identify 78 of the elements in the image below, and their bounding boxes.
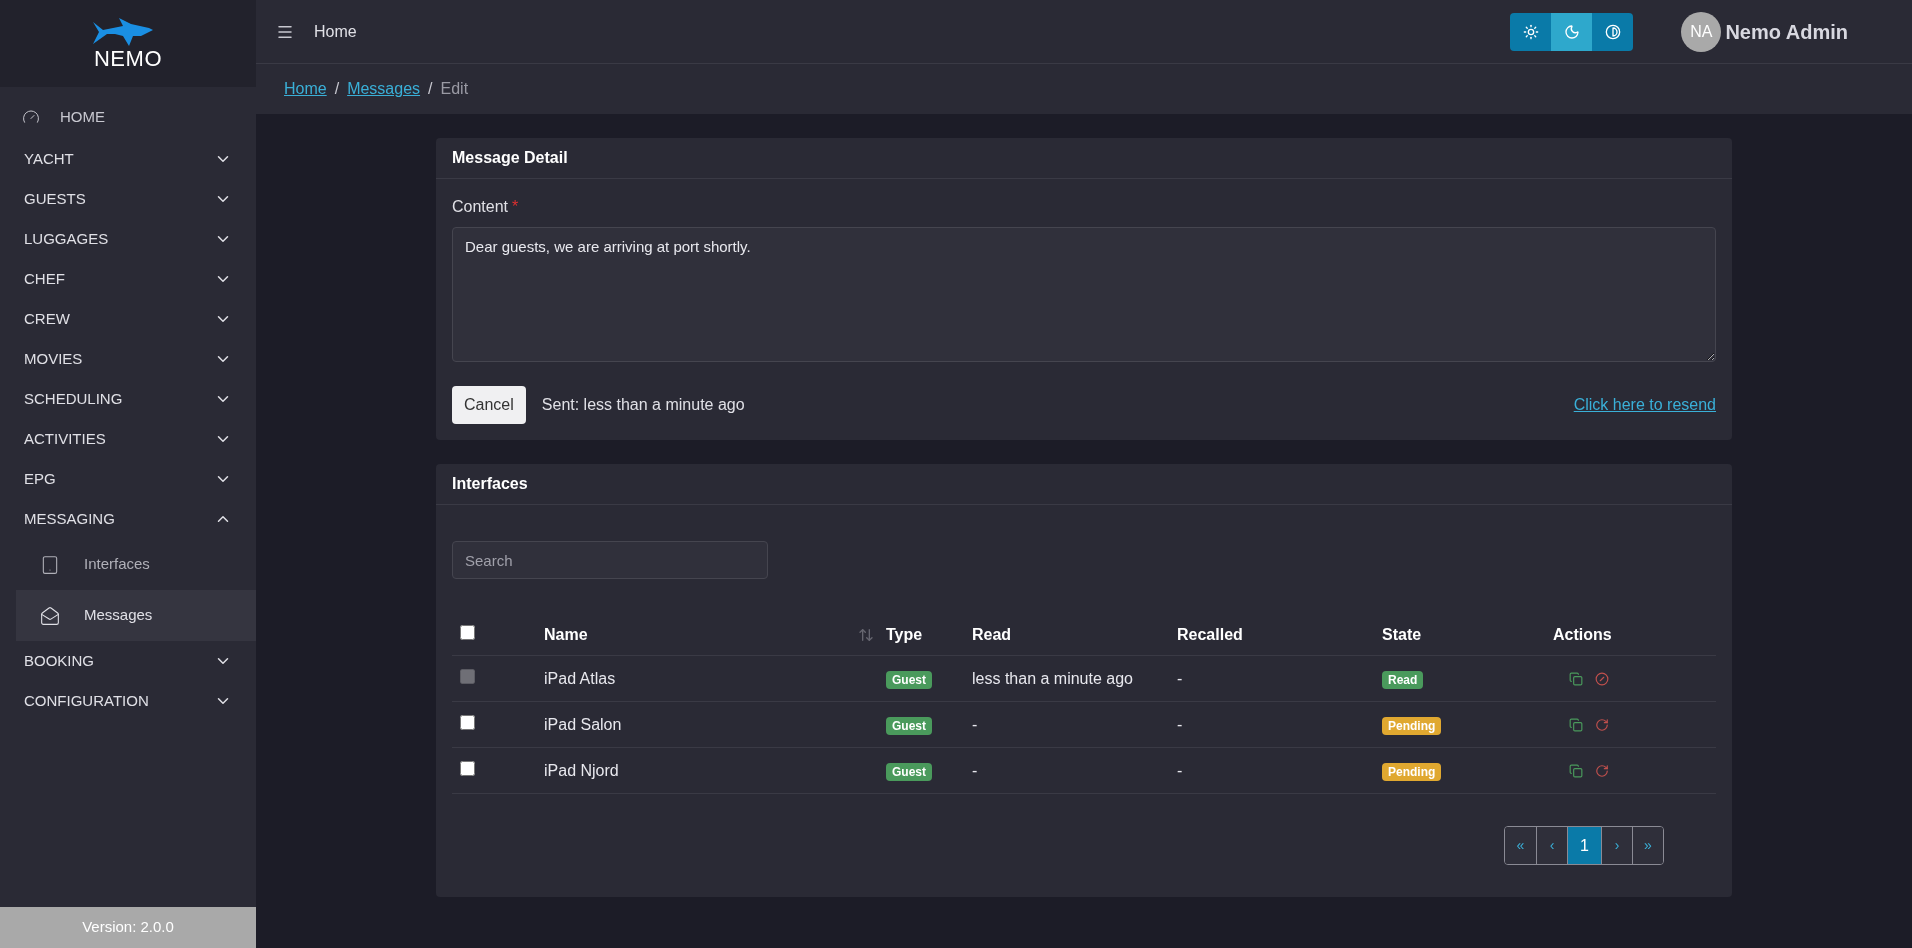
ban-icon[interactable] [1595, 671, 1609, 686]
table-cell-text: less than a minute ago [972, 668, 1134, 689]
table-cell-text: iPad Atlas [544, 668, 617, 689]
sidebar-group[interactable]: CONFIGURATION [0, 681, 256, 721]
table-cell-text: iPad Salon [544, 714, 623, 735]
table-cell-text: - [1177, 760, 1184, 781]
envelope-icon [40, 605, 60, 626]
required-mark: * [512, 197, 519, 217]
sidebar-group[interactable]: SCHEDULING [0, 379, 256, 419]
breadcrumb-current: Edit [440, 79, 469, 99]
table-cell-text: - [1177, 668, 1184, 689]
sidebar-group[interactable]: ACTIVITIES [0, 419, 256, 459]
breadcrumb-link[interactable]: Messages [347, 77, 421, 101]
type-badge: Guest [886, 670, 932, 689]
card-title: Message Detail [436, 138, 1732, 179]
content-textarea[interactable]: Dear guests, we are arriving at port shortly. [452, 227, 1716, 362]
pagination-button[interactable]: 1 [1567, 827, 1601, 864]
search-field[interactable]: Search [452, 541, 768, 579]
pagination-button[interactable]: » [1632, 827, 1663, 864]
pagination-button[interactable]: « [1505, 827, 1536, 864]
table-cell-text: - [972, 760, 979, 781]
moon-icon [1563, 23, 1580, 40]
page-title: Home [314, 21, 357, 42]
theme-button[interactable] [1592, 12, 1634, 51]
pagination-button[interactable]: › [1601, 827, 1632, 864]
type-badge: Guest [886, 716, 932, 735]
column-header: State [1382, 625, 1423, 645]
copy-icon[interactable] [1569, 763, 1583, 778]
tablet-icon [40, 554, 60, 575]
type-badge: Guest [886, 762, 932, 781]
sidebar-group[interactable]: BOOKING [0, 641, 256, 681]
state-badge: Read [1382, 670, 1424, 689]
sidebar-subitem[interactable]: Messages [16, 590, 256, 641]
column-header[interactable]: Name [544, 623, 588, 647]
table-cell-text: - [972, 714, 979, 735]
sidebar-group[interactable]: GUESTS [0, 179, 256, 219]
card-title: Interfaces [436, 464, 1732, 505]
cancel-button[interactable]: Cancel [452, 386, 526, 424]
field-label: Content [452, 197, 509, 217]
gauge-icon [22, 108, 40, 126]
logo-text: NEMO [93, 47, 163, 70]
sidebar-group[interactable]: MOVIES [0, 339, 256, 379]
user-name[interactable]: Nemo Admin [1725, 16, 1848, 47]
sidebar-item[interactable]: HOME [0, 95, 256, 139]
pagination-button[interactable]: ‹ [1536, 827, 1567, 864]
row-checkbox[interactable] [460, 714, 475, 730]
state-badge: Pending [1382, 716, 1442, 735]
sun-icon [1522, 23, 1539, 40]
breadcrumb-separator: / [428, 79, 433, 99]
breadcrumb-link[interactable]: Home [284, 77, 327, 101]
sidebar-subitem[interactable]: Interfaces [16, 539, 256, 590]
refresh-icon[interactable] [1595, 763, 1609, 778]
sidebar-group[interactable]: LUGGAGES [0, 219, 256, 259]
state-badge: Pending [1382, 762, 1442, 781]
sidebar-group[interactable]: CHEF [0, 259, 256, 299]
contrast-icon [1604, 23, 1621, 40]
copy-icon[interactable] [1569, 671, 1583, 686]
table-cell-text: - [1177, 714, 1184, 735]
sent-status: Sent: less than a minute ago [541, 395, 745, 415]
column-header: Type [886, 625, 924, 645]
refresh-icon[interactable] [1595, 717, 1609, 732]
column-header: Recalled [1177, 625, 1244, 645]
sidebar-group[interactable]: YACHT [0, 139, 256, 179]
table-cell-text: iPad Njord [544, 760, 620, 781]
sidebar-group[interactable]: CREW [0, 299, 256, 339]
breadcrumb-separator: / [334, 79, 340, 99]
sidebar-group[interactable]: EPG [0, 459, 256, 499]
row-checkbox[interactable] [460, 760, 475, 776]
theme-button[interactable] [1510, 12, 1552, 51]
version-footer: Version: 2.0.0 [0, 907, 256, 948]
sort-icon[interactable] [858, 627, 874, 643]
copy-icon[interactable] [1569, 717, 1583, 732]
column-header: Read [972, 625, 1013, 645]
column-header: Actions [1553, 625, 1613, 645]
theme-button[interactable] [1551, 12, 1593, 51]
select-all-checkbox[interactable] [460, 625, 475, 640]
sidebar-group[interactable]: MESSAGING [0, 499, 256, 539]
resend-link[interactable]: Click here to resend [1573, 393, 1716, 417]
